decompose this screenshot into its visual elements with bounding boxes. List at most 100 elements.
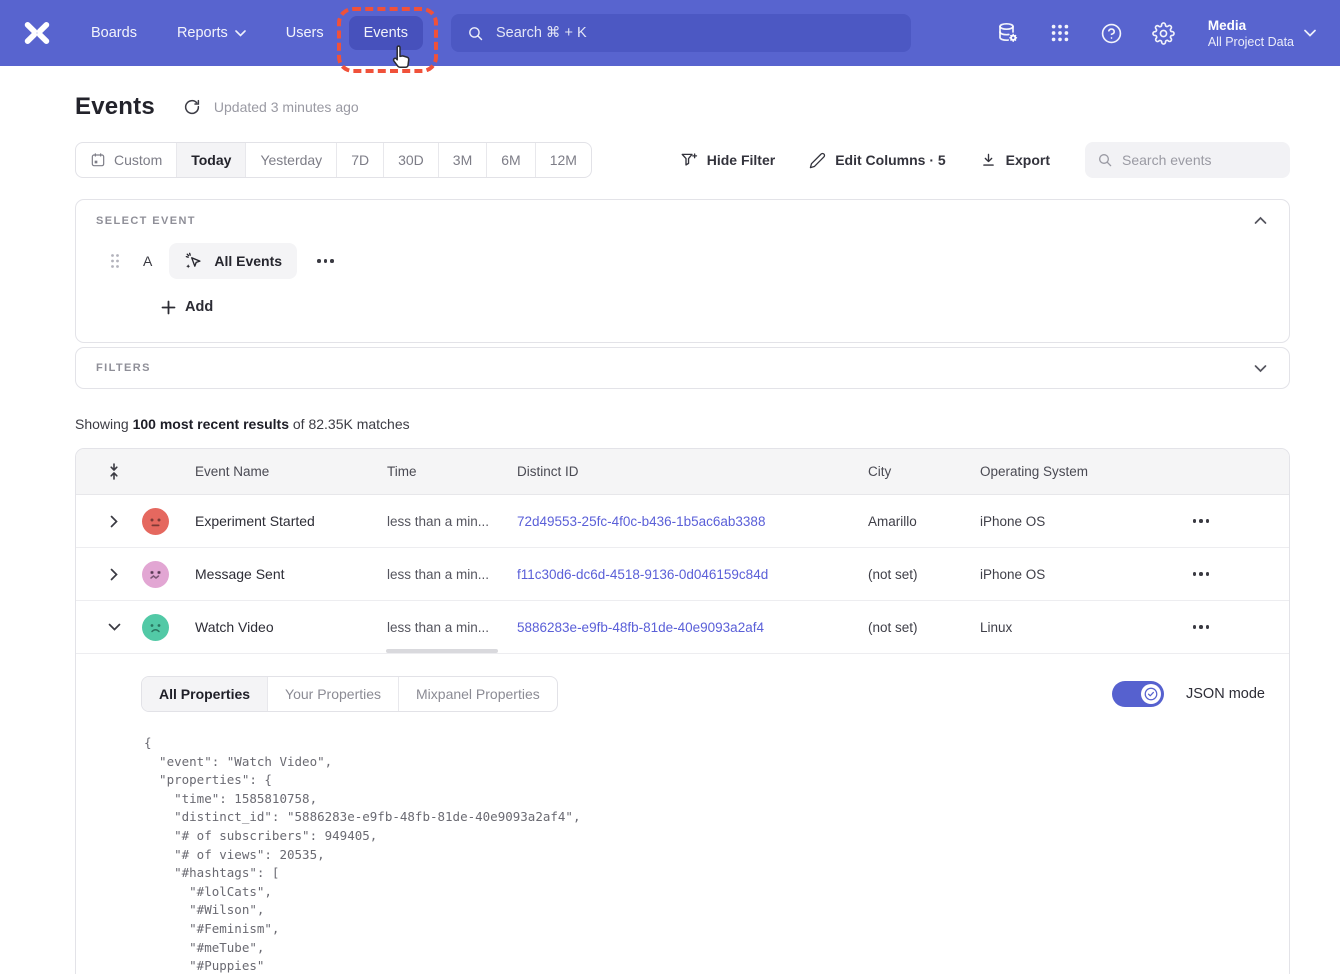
more-options-icon[interactable] [311,253,340,269]
date-option-label: 7D [351,152,369,168]
date-option-today[interactable]: Today [177,143,246,177]
search-events-box [1085,142,1290,178]
col-time[interactable]: Time [372,464,502,479]
edit-columns-button[interactable]: Edit Columns · 5 [796,144,958,177]
tab-mixpanel-properties[interactable]: Mixpanel Properties [399,677,557,711]
mixpanel-logo[interactable] [20,16,54,50]
distinct-id-link[interactable]: f11c30d6-dc6d-4518-9136-0d046159c84d [517,567,768,582]
project-scope: All Project Data [1208,34,1294,50]
time-column-scrollbar[interactable] [386,649,498,653]
hide-filter-button[interactable]: Hide Filter [667,143,788,177]
events-table: Event Name Time Distinct ID City Operati… [75,448,1290,974]
event-json-viewer[interactable]: { "event": "Watch Video", "properties": … [144,734,1267,974]
distinct-id-link[interactable]: 72d49553-25fc-4f0c-b436-1b5ac6ab3388 [517,514,765,529]
refresh-button[interactable] [183,98,201,116]
edit-icon [809,152,826,169]
time-cell: less than a min... [372,620,502,635]
calendar-icon [90,152,106,168]
expand-row-button[interactable] [98,509,130,534]
os-cell: Linux [965,620,1099,635]
table-toolbar: Hide Filter Edit Columns · 5 Export [667,142,1290,178]
filter-icon [680,151,698,169]
row-more-options-icon[interactable] [1187,513,1216,529]
col-distinct-id[interactable]: Distinct ID [502,464,853,479]
settings-icon[interactable] [1152,22,1175,45]
table-row-expanded: Watch Video less than a min... 5886283e-… [76,601,1289,654]
date-option-label: 3M [453,152,472,168]
drag-handle-icon[interactable] [110,253,120,269]
events-page: Events Updated 3 minutes ago Custom Toda… [0,93,1340,974]
date-option-30d[interactable]: 30D [384,143,439,177]
project-switcher[interactable]: Media All Project Data [1208,17,1316,50]
select-event-panel: SELECT EVENT A All [75,199,1290,343]
date-option-custom[interactable]: Custom [76,143,177,177]
primary-nav: Boards Reports Users Events [76,16,423,50]
date-range-control: Custom Today Yesterday 7D 30D 3M 6M 12M [75,142,592,178]
data-management-icon[interactable] [996,21,1020,45]
filters-label: FILTERS [96,362,1269,374]
chevron-up-icon [1254,216,1267,225]
table-row: Experiment Started less than a min... 72… [76,495,1289,548]
help-icon[interactable] [1100,22,1123,45]
date-option-yesterday[interactable]: Yesterday [246,143,337,177]
chevron-down-icon [235,30,246,37]
download-icon [980,152,997,169]
export-label: Export [1006,152,1050,168]
col-city[interactable]: City [853,464,965,479]
distinct-id-cell: 72d49553-25fc-4f0c-b436-1b5ac6ab3388 [502,513,853,529]
chevron-down-icon [1254,364,1267,373]
date-option-label: Yesterday [260,152,322,168]
date-option-3m[interactable]: 3M [439,143,487,177]
collapse-row-button[interactable] [98,617,130,637]
search-icon [1097,152,1113,168]
col-event-name[interactable]: Event Name [180,464,372,479]
event-detail-panel: All Properties Your Properties Mixpanel … [76,654,1289,974]
hide-filter-label: Hide Filter [707,152,775,168]
apps-grid-icon[interactable] [1049,22,1071,44]
event-avatar [142,561,169,588]
date-option-label: 6M [501,152,520,168]
nav-item-label: Boards [91,25,137,41]
chevron-down-icon [108,623,121,631]
tab-your-properties[interactable]: Your Properties [268,677,399,711]
results-highlight: 100 most recent results [133,416,289,432]
date-option-label: Today [191,152,231,168]
row-more-options-icon[interactable] [1187,619,1216,635]
event-name-cell: Watch Video [180,619,372,635]
nav-item-users[interactable]: Users [271,16,339,50]
collapse-panel-button[interactable] [1250,212,1271,229]
json-mode-toggle[interactable] [1112,681,1164,707]
os-cell: iPhone OS [965,514,1099,529]
event-row-letter: A [143,253,152,269]
search-events-input[interactable] [1122,152,1272,168]
nav-item-reports[interactable]: Reports [162,16,261,50]
row-more-options-icon[interactable] [1187,566,1216,582]
date-option-12m[interactable]: 12M [536,143,591,177]
nav-right-cluster: Media All Project Data [996,17,1316,50]
collapse-rows-icon[interactable] [98,457,130,486]
expand-filters-button[interactable] [1250,360,1271,377]
export-button[interactable]: Export [967,144,1063,177]
global-search-placeholder: Search ⌘ + K [496,25,587,41]
plus-icon [161,300,176,315]
city-cell: Amarillo [853,514,965,529]
distinct-id-link[interactable]: 5886283e-e9fb-48fb-81de-40e9093a2af4 [517,620,764,635]
event-avatar [142,614,169,641]
nav-item-boards[interactable]: Boards [76,16,152,50]
col-operating-system[interactable]: Operating System [965,464,1099,479]
page-title: Events [75,93,155,121]
os-cell: iPhone OS [965,567,1099,582]
date-option-6m[interactable]: 6M [487,143,535,177]
tab-all-properties[interactable]: All Properties [142,677,268,711]
selected-event-chip[interactable]: All Events [169,243,297,279]
page-header: Events Updated 3 minutes ago [75,93,1290,121]
date-option-7d[interactable]: 7D [337,143,384,177]
results-suffix: of 82.35K matches [289,416,410,432]
table-row: Message Sent less than a min... f11c30d6… [76,548,1289,601]
date-option-label: Custom [114,152,162,168]
expand-row-button[interactable] [98,562,130,587]
nav-item-events[interactable]: Events [349,16,423,50]
global-search-input[interactable]: Search ⌘ + K [451,14,911,52]
nav-item-label: Users [286,25,324,41]
add-event-button[interactable]: Add [161,296,219,318]
